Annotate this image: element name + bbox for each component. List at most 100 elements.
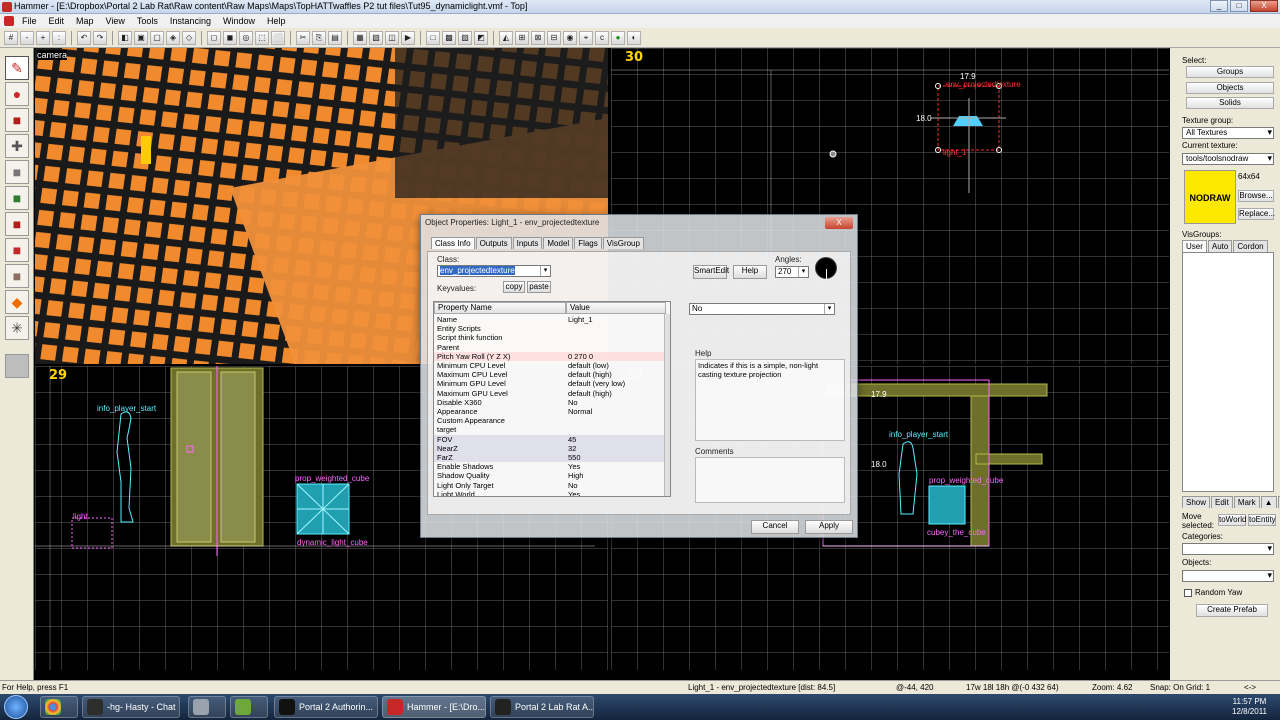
column-property-name[interactable]: Property Name: [434, 302, 566, 314]
snap-icon[interactable]: :: [52, 30, 66, 45]
cm-icon[interactable]: c: [595, 30, 609, 45]
menu-file[interactable]: File: [16, 16, 43, 26]
portal-icon[interactable]: ◐: [627, 30, 641, 45]
vertex-tool-icon[interactable]: ✳: [5, 316, 29, 340]
green-globe-icon[interactable]: ●: [611, 30, 625, 45]
taskbar-chrome-icon[interactable]: [40, 696, 78, 718]
property-row[interactable]: Custom Appearance: [434, 416, 666, 425]
ungroup-icon[interactable]: ▢: [150, 30, 164, 45]
to-entity-button[interactable]: toEntity: [1248, 514, 1276, 526]
hide-selected-icon[interactable]: ◻: [207, 30, 221, 45]
categories-combo[interactable]: [1182, 543, 1274, 555]
property-row[interactable]: Pitch Yaw Roll (Y Z X) 0 270 0: [434, 351, 666, 361]
close-window-button[interactable]: X: [1250, 0, 1278, 12]
copy-button[interactable]: copy: [503, 281, 525, 293]
visgroup-mark-button[interactable]: Mark: [1233, 496, 1260, 508]
instance-icon[interactable]: ◭: [499, 30, 513, 45]
replace-texture-button[interactable]: Replace...: [1238, 208, 1275, 220]
3d-shaded-icon[interactable]: ▨: [458, 30, 472, 45]
random-yaw-checkbox[interactable]: [1184, 589, 1192, 597]
visgroup-tab-cordon[interactable]: Cordon: [1233, 240, 1268, 252]
lock-icon[interactable]: ⊟: [547, 30, 561, 45]
camera-icon[interactable]: ⌖: [579, 30, 593, 45]
grid-toggle-icon[interactable]: #: [4, 30, 18, 45]
chevron-down-icon[interactable]: ▾: [540, 266, 550, 276]
texture-lock-icon[interactable]: ▦: [353, 30, 367, 45]
browse-texture-button[interactable]: Browse...: [1238, 190, 1274, 202]
visgroup-tab-user[interactable]: User: [1182, 240, 1207, 252]
block-tool-icon[interactable]: ■: [5, 160, 29, 184]
visgroup-show-button[interactable]: Show: [1182, 496, 1211, 508]
create-prefab-button[interactable]: Create Prefab: [1196, 604, 1268, 617]
apply-texture-icon[interactable]: ■: [5, 212, 29, 236]
dialog-close-button[interactable]: X: [825, 217, 853, 229]
taskbar-portal-authoring[interactable]: Portal 2 Authorin...: [274, 696, 378, 718]
property-row[interactable]: NearZ 32: [434, 443, 666, 453]
transform-icon[interactable]: ⊠: [531, 30, 545, 45]
to-world-button[interactable]: toWorld: [1218, 514, 1246, 526]
show-all-icon[interactable]: ◎: [239, 30, 253, 45]
decal-tool-icon[interactable]: ■: [5, 238, 29, 262]
property-table-scrollbar[interactable]: [664, 314, 670, 496]
paste-button[interactable]: paste: [527, 281, 551, 293]
path-tool-icon[interactable]: [5, 354, 29, 378]
tie-to-entity-icon[interactable]: ◈: [166, 30, 180, 45]
property-row[interactable]: Minimum CPU Level default (low): [434, 361, 666, 370]
menu-instancing[interactable]: Instancing: [164, 16, 217, 26]
tab-inputs[interactable]: Inputs: [512, 237, 543, 249]
visgroup-edit-button[interactable]: Edit: [1211, 496, 1233, 508]
visgroup-tab-auto[interactable]: Auto: [1207, 240, 1233, 252]
texture-swatch[interactable]: NODRAW: [1184, 170, 1236, 224]
redo-icon[interactable]: ↷: [93, 30, 107, 45]
magnify-tool-icon[interactable]: ●: [5, 82, 29, 106]
clip-tool-icon[interactable]: ◆: [5, 290, 29, 314]
texture-scale-lock-icon[interactable]: ▧: [369, 30, 383, 45]
carve-icon[interactable]: ◧: [118, 30, 132, 45]
start-button-icon[interactable]: [4, 695, 28, 719]
property-row[interactable]: Parent: [434, 343, 666, 352]
tab-outputs[interactable]: Outputs: [475, 237, 512, 249]
menu-tools[interactable]: Tools: [131, 16, 164, 26]
property-row[interactable]: Enable Shadows Yes: [434, 462, 666, 471]
smartedit-button[interactable]: SmartEdit: [693, 265, 729, 279]
tab-model[interactable]: Model: [543, 237, 574, 249]
group-icon[interactable]: ▣: [134, 30, 148, 45]
property-row[interactable]: target: [434, 425, 666, 434]
property-row[interactable]: Disable X360 No: [434, 398, 666, 407]
move-to-world-icon[interactable]: ◇: [182, 30, 196, 45]
visgroup-list[interactable]: [1182, 252, 1274, 492]
property-row[interactable]: FarZ 550: [434, 453, 666, 462]
wireframe-icon[interactable]: □: [426, 30, 440, 45]
comments-textbox[interactable]: [695, 457, 845, 503]
taskbar-chat[interactable]: -hg- Hasty - Chat: [82, 696, 180, 718]
property-row[interactable]: Appearance Normal: [434, 407, 666, 416]
move-up-icon[interactable]: ▲: [1260, 496, 1277, 508]
menu-help[interactable]: Help: [261, 16, 292, 26]
menu-edit[interactable]: Edit: [43, 16, 71, 26]
property-row[interactable]: Shadow Quality High: [434, 471, 666, 480]
texture-group-combo[interactable]: All Textures: [1182, 127, 1274, 139]
menu-view[interactable]: View: [100, 16, 131, 26]
texture-tool-icon[interactable]: ■: [5, 186, 29, 210]
select-solids-button[interactable]: Solids: [1186, 97, 1274, 109]
help-button[interactable]: Help: [733, 265, 767, 279]
select-icon[interactable]: ⬚: [255, 30, 269, 45]
undo-icon[interactable]: ↶: [77, 30, 91, 45]
3d-flat-icon[interactable]: ◩: [474, 30, 488, 45]
angle-dial-icon[interactable]: [815, 257, 837, 279]
taskbar-app-4[interactable]: [230, 696, 268, 718]
value-combo[interactable]: No ▾: [689, 303, 835, 315]
cut-icon[interactable]: ✂: [296, 30, 310, 45]
cancel-button[interactable]: Cancel: [751, 520, 799, 534]
select-objects-button[interactable]: Objects: [1186, 82, 1274, 94]
selection-tool-icon[interactable]: ✎: [5, 56, 29, 80]
objects-combo[interactable]: [1182, 570, 1274, 582]
grid-smaller-icon[interactable]: -: [20, 30, 34, 45]
property-row[interactable]: Maximum GPU Level default (high): [434, 389, 666, 398]
minimize-button[interactable]: _: [1210, 0, 1228, 12]
entity-tool-icon[interactable]: ✚: [5, 134, 29, 158]
current-texture-combo[interactable]: tools/toolsnodraw: [1182, 153, 1274, 165]
helpers-icon[interactable]: ◫: [385, 30, 399, 45]
property-row[interactable]: Entity Scripts: [434, 324, 666, 333]
chevron-down-icon[interactable]: ▾: [824, 304, 834, 314]
